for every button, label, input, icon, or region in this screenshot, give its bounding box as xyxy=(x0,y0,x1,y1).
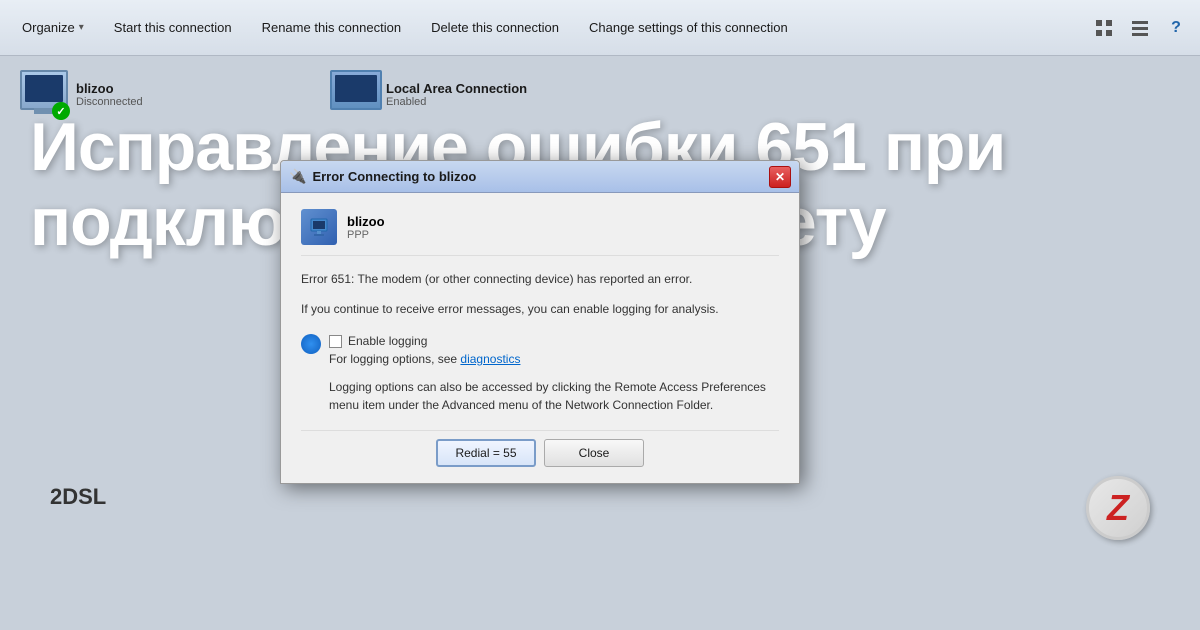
logging-link-text: For logging options, see diagnostics xyxy=(329,352,779,366)
dialog-close-button[interactable]: ✕ xyxy=(769,166,791,188)
dialog-info-text: If you continue to receive error message… xyxy=(301,300,779,318)
view-button[interactable] xyxy=(1088,12,1120,44)
toolbar: Organize ▾ Start this connection Rename … xyxy=(0,0,1200,56)
local-area-name: Local Area Connection xyxy=(386,81,527,96)
dialog-logging-info: Logging options can also be accessed by … xyxy=(329,378,779,414)
z-logo: Z xyxy=(1086,476,1150,540)
organize-button[interactable]: Organize ▾ xyxy=(8,10,98,46)
dsl-label: 2DSL xyxy=(50,484,106,510)
dialog-titlebar: 🔌 Error Connecting to blizoo ✕ xyxy=(281,161,799,193)
local-area-icon xyxy=(330,70,382,110)
redial-label: Redial = 55 xyxy=(455,446,516,460)
close-button[interactable]: Close xyxy=(544,439,644,467)
blizoo-name: blizoo xyxy=(76,81,143,96)
dialog-buttons: Redial = 55 Close xyxy=(301,430,779,467)
help-icon: ? xyxy=(1171,19,1181,37)
organize-chevron-icon: ▾ xyxy=(79,22,84,33)
dialog-conn-details: blizoo PPP xyxy=(347,214,385,241)
blizoo-status: Disconnected xyxy=(76,96,143,108)
dialog-error-text: Error 651: The modem (or other connectin… xyxy=(301,270,779,288)
logging-link-prefix: For logging options, see xyxy=(329,352,460,366)
dialog-conn-name: blizoo xyxy=(347,214,385,229)
dialog-connection-info: blizoo PPP xyxy=(301,209,779,256)
monitor-screen xyxy=(25,75,63,102)
delete-connection-button[interactable]: Delete this connection xyxy=(417,10,573,46)
help-button[interactable]: ? xyxy=(1160,12,1192,44)
diagnostics-link[interactable]: diagnostics xyxy=(460,352,520,366)
rename-connection-label: Rename this connection xyxy=(262,20,401,35)
change-settings-label: Change settings of this connection xyxy=(589,20,788,35)
z-letter: Z xyxy=(1107,487,1129,529)
organize-label: Organize xyxy=(22,20,75,35)
dialog-conn-type: PPP xyxy=(347,229,385,241)
dialog-title-icon: 🔌 xyxy=(289,168,306,185)
start-connection-button[interactable]: Start this connection xyxy=(100,10,246,46)
dialog-logging-section: Enable logging For logging options, see … xyxy=(301,334,779,366)
start-connection-label: Start this connection xyxy=(114,20,232,35)
dialog-body: blizoo PPP Error 651: The modem (or othe… xyxy=(281,193,799,483)
rename-connection-button[interactable]: Rename this connection xyxy=(248,10,415,46)
enable-logging-row: Enable logging xyxy=(329,334,779,348)
redial-button[interactable]: Redial = 55 xyxy=(436,439,536,467)
close-label: Close xyxy=(579,446,610,460)
logging-content: Enable logging For logging options, see … xyxy=(329,334,779,366)
logging-icon xyxy=(301,334,321,354)
local-area-status: Enabled xyxy=(386,96,527,108)
z-logo-circle: Z xyxy=(1086,476,1150,540)
enable-logging-checkbox[interactable] xyxy=(329,335,342,348)
delete-connection-label: Delete this connection xyxy=(431,20,559,35)
enable-logging-label: Enable logging xyxy=(348,334,427,348)
local-area-label: Local Area Connection Enabled xyxy=(386,81,527,108)
error-dialog: 🔌 Error Connecting to blizoo ✕ blizoo PP… xyxy=(280,160,800,484)
toolbar-right: ? xyxy=(1088,12,1192,44)
layout-button[interactable] xyxy=(1124,12,1156,44)
dialog-title-text: Error Connecting to blizoo xyxy=(312,169,769,184)
dialog-conn-icon xyxy=(301,209,337,245)
change-settings-button[interactable]: Change settings of this connection xyxy=(575,10,802,46)
blizoo-label: blizoo Disconnected xyxy=(76,81,143,108)
